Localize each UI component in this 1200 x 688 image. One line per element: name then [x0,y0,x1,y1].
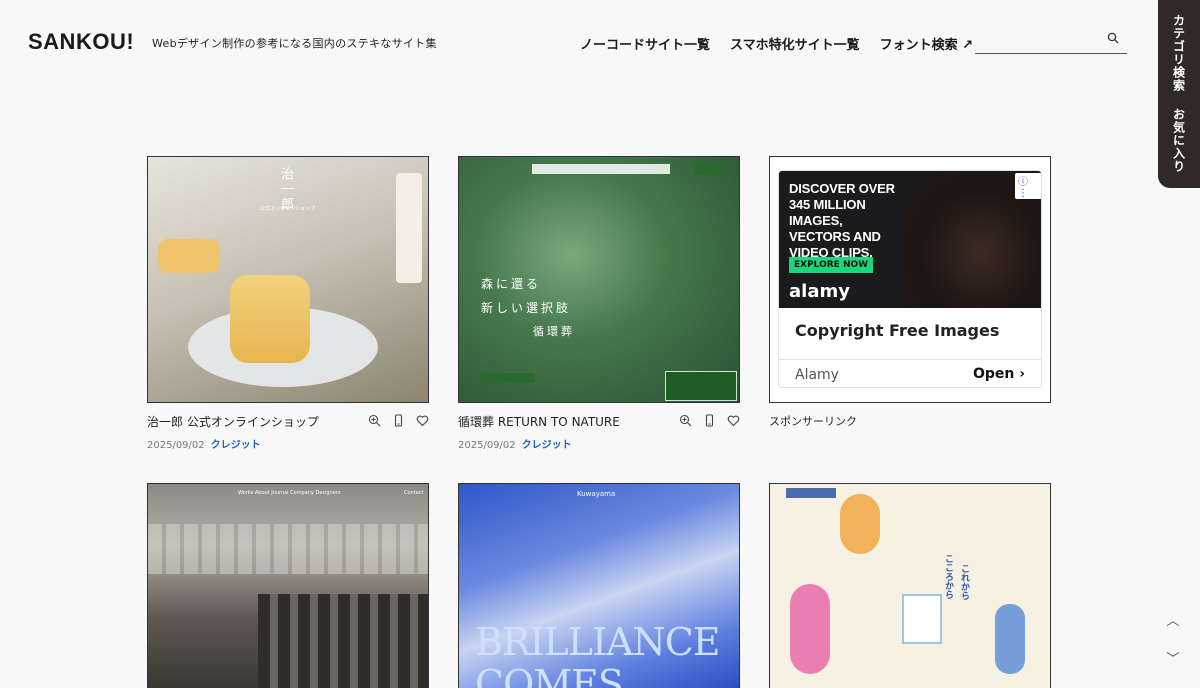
ceiling-pattern [148,524,428,574]
site-logo[interactable]: SANKOU! [28,29,134,55]
site-thumbnail[interactable]: Kuwayama BRILLIANCE COMES [458,483,740,688]
thumb-heading-line3: 循環葬 [533,325,575,338]
sponsor-label: スポンサーリンク [769,415,857,428]
nav-nocode-list[interactable]: ノーコードサイト一覧 [580,34,710,53]
ad-headline: DISCOVER OVER 345 MILLION IMAGES, VECTOR… [789,181,895,260]
post-date: 2025/09/02 [147,440,205,451]
desks-pattern [258,594,428,688]
ad-advertiser: Alamy [795,367,839,383]
main-nav: ノーコードサイト一覧 スマホ特化サイト一覧 フォント検索 ↗ [580,34,973,53]
site-thumbnail[interactable]: これから こころから [769,483,1051,688]
nav-smartphone-list[interactable]: スマホ特化サイト一覧 [730,34,860,53]
site-thumbnail[interactable]: 森に還る 新しい選択肢 循環葬 [458,156,740,403]
ad-info-icon[interactable]: ⓘ ⋮ [1015,173,1041,199]
thumb-brand: Kuwayama [577,490,616,498]
search-box [975,27,1127,54]
thumb-vert-text-1: これから [959,564,969,600]
search-input[interactable] [975,27,1105,53]
site-card: Works About Journal Company Designers Co… [147,483,429,688]
site-thumbnail[interactable]: Works About Journal Company Designers Co… [147,483,429,688]
illustration-figure [840,494,880,554]
post-date: 2025/09/02 [458,440,516,451]
ad-copy: Copyright Free Images [795,321,1000,340]
ad-creative[interactable]: DISCOVER OVER 345 MILLION IMAGES, VECTOR… [778,170,1042,388]
credit-link[interactable]: クレジット [211,440,261,451]
site-title[interactable]: 治一郎 公式オンラインショップ [147,413,319,430]
thumb-badge [665,371,737,401]
cake-slice-shape [158,239,220,273]
sponsored-ad[interactable]: DISCOVER OVER 345 MILLION IMAGES, VECTOR… [769,156,1051,403]
thumb-heading-line1: 森に還る [481,277,542,291]
search-icon[interactable] [1107,32,1119,44]
nav-font-search[interactable]: フォント検索 ↗ [880,34,973,53]
heart-icon[interactable] [416,412,429,427]
ad-explore-button[interactable]: EXPLORE NOW [789,257,874,273]
side-tab: カテゴリ検索 お気に入り [1158,0,1200,188]
site-card: 森に還る 新しい選択肢 循環葬 循環葬 RETURN TO NATURE 202… [458,156,740,451]
card-meta: 2025/09/02 クレジット [458,436,572,451]
thumb-navbar [531,163,671,175]
mobile-icon[interactable] [703,412,716,427]
scroll-down-icon[interactable]: ﹀ [1165,648,1181,667]
cake-shape [230,275,310,363]
site-title[interactable]: 循環葬 RETURN TO NATURE [458,413,620,430]
thumb-logo [786,488,836,498]
card-actions [679,412,740,427]
illustration-figure [790,584,830,674]
illustration-figure [995,604,1025,674]
thumb-contact: Contact [404,490,424,496]
cup-shape [396,173,422,283]
ad-brand-logo: alamy [789,281,850,302]
thumb-heading-line2: 新しい選択肢 [481,301,572,315]
zoom-icon[interactable] [679,412,692,427]
thumb-subtitle: 公式オンラインショップ [260,206,316,212]
thumb-nav-button [695,163,725,175]
ad-banner: DISCOVER OVER 345 MILLION IMAGES, VECTOR… [779,171,1041,308]
thumb-vert-text-2: こころから [943,554,953,599]
zoom-icon[interactable] [368,412,381,427]
favorites-tab[interactable]: お気に入り [1171,108,1188,173]
scroll-up-icon[interactable]: ︿ [1165,610,1181,629]
credit-link[interactable]: クレジット [522,440,572,451]
thumb-hero-text-1: BRILLIANCE [475,620,721,664]
site-card: これから こころから [769,483,1051,688]
ad-footer: Alamy Open › [779,359,1041,387]
thumb-nav-links: Works About Journal Company Designers [238,490,341,496]
site-card: 治一郎 公式オンラインショップ 治一郎 公式オンラインショップ 2025/09/… [147,156,429,451]
card-actions [368,412,429,427]
site-tagline: Webデザイン制作の参考になる国内のステキなサイト集 [152,37,437,50]
thumb-hero-text-2: COMES [475,662,624,688]
card-meta: 2025/09/02 クレジット [147,436,261,451]
site-thumbnail[interactable]: 治一郎 公式オンラインショップ [147,156,429,403]
thumb-cta [481,373,535,383]
ad-open-button[interactable]: Open › [973,366,1025,382]
mobile-icon[interactable] [392,412,405,427]
site-header: SANKOU! Webデザイン制作の参考になる国内のステキなサイト集 ノーコード… [0,0,1200,90]
category-search-tab[interactable]: カテゴリ検索 [1171,14,1188,92]
site-card: Kuwayama BRILLIANCE COMES [458,483,740,688]
heart-icon[interactable] [727,412,740,427]
illustration-shelf [902,594,942,644]
